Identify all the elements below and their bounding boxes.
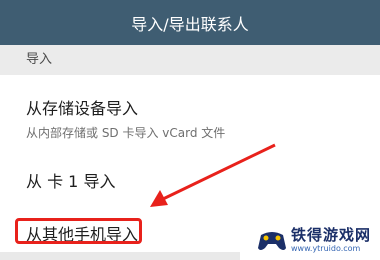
watermark-title: 铁得游戏网: [291, 226, 372, 244]
gamepad-logo-icon: [258, 232, 286, 250]
site-watermark: 铁得游戏网 www.ytruido.com: [257, 220, 380, 260]
watermark-url: www.ytruido.com: [291, 244, 361, 253]
